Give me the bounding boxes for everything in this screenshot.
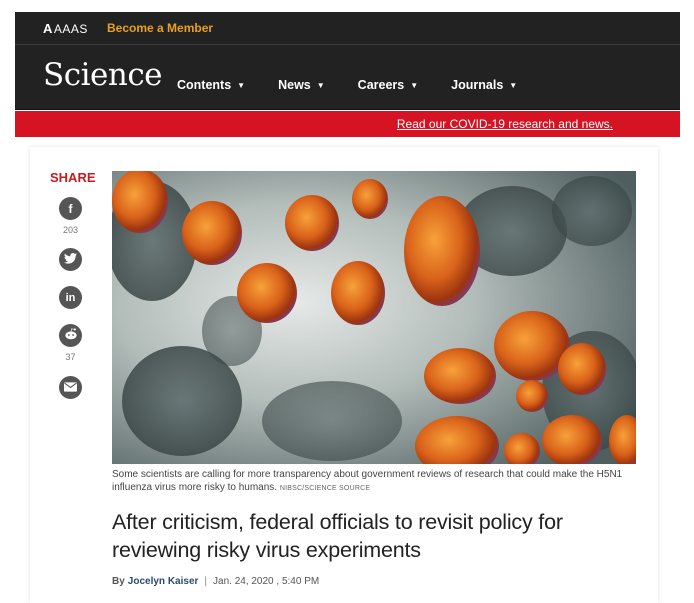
facebook-share-count: 203: [62, 225, 79, 235]
twitter-share-button[interactable]: [59, 248, 82, 271]
image-credit: NIBSC/SCIENCE SOURCE: [279, 485, 371, 492]
byline: By Jocelyn Kaiser | Jan. 24, 2020 , 5:40…: [112, 576, 319, 587]
byline-prefix: By: [112, 576, 125, 587]
nav-news[interactable]: News ▼: [278, 78, 325, 92]
image-caption: Some scientists are calling for more tra…: [112, 468, 636, 495]
facebook-icon: f: [68, 201, 73, 216]
email-share-button[interactable]: [59, 376, 82, 399]
email-icon: [64, 381, 77, 395]
nav-careers[interactable]: Careers ▼: [358, 78, 419, 92]
aaas-logo[interactable]: A AAAS: [43, 21, 88, 36]
linkedin-icon: in: [65, 291, 76, 304]
site-header: A AAAS Become a Member Science Contents …: [15, 12, 680, 110]
article-headline: After criticism, federal officials to re…: [112, 510, 563, 562]
become-member-link[interactable]: Become a Member: [107, 21, 213, 35]
byline-separator: |: [204, 576, 208, 587]
share-label: SHARE: [50, 170, 96, 185]
aaas-logo-mark: A: [43, 21, 53, 36]
covid-banner: Read our COVID-19 research and news.: [15, 111, 680, 137]
covid-research-link[interactable]: Read our COVID-19 research and news.: [397, 117, 613, 131]
reddit-share-count: 37: [65, 352, 76, 362]
author-link[interactable]: Jocelyn Kaiser: [128, 576, 199, 587]
science-logo[interactable]: Science: [43, 57, 163, 93]
main-nav: Contents ▼ News ▼ Careers ▼ Journals ▼: [177, 78, 550, 92]
reddit-share-button[interactable]: [59, 324, 82, 347]
nav-news-label: News: [278, 78, 311, 92]
chevron-down-icon: ▼: [410, 80, 419, 90]
nav-contents[interactable]: Contents ▼: [177, 78, 245, 92]
top-utility-bar: A AAAS Become a Member: [15, 12, 680, 45]
chevron-down-icon: ▼: [509, 80, 518, 90]
facebook-share-button[interactable]: f: [59, 197, 82, 220]
publish-date: Jan. 24, 2020 , 5:40 PM: [213, 576, 320, 587]
chevron-down-icon: ▼: [237, 80, 246, 90]
reddit-icon: [64, 328, 78, 343]
linkedin-share-button[interactable]: in: [59, 286, 82, 309]
nav-journals-label: Journals: [451, 78, 504, 92]
chevron-down-icon: ▼: [316, 80, 325, 90]
nav-journals[interactable]: Journals ▼: [451, 78, 517, 92]
nav-contents-label: Contents: [177, 78, 232, 92]
h5n1-virus-micrograph[interactable]: [112, 171, 636, 464]
nav-careers-label: Careers: [357, 78, 405, 92]
aaas-logo-text: AAAS: [53, 21, 88, 36]
twitter-icon: [64, 252, 77, 267]
